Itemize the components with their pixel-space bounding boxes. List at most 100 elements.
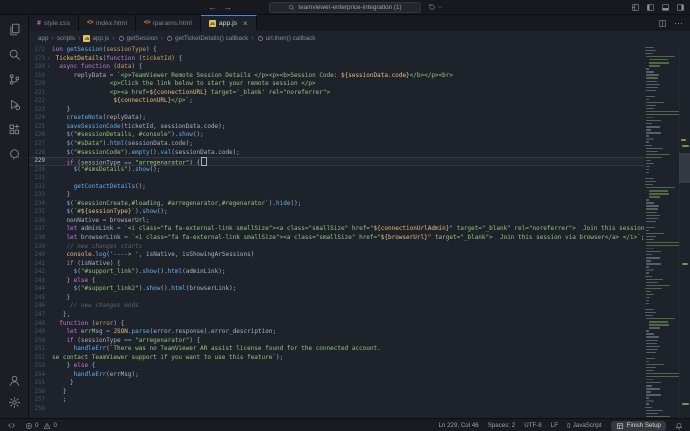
code-line[interactable]: 256}	[29, 388, 690, 397]
eol-setting[interactable]: LF	[551, 422, 558, 429]
code-line[interactable]: 255}	[29, 379, 690, 388]
line-number: 242	[32, 268, 45, 277]
extensions-icon[interactable]	[8, 123, 21, 136]
code-line[interactable]: 227$("#sData").html(sessionData.code);	[29, 140, 690, 149]
finish-setup-button[interactable]: Finish Setup	[611, 421, 666, 431]
fold-chevron-icon[interactable]: ›	[45, 63, 52, 72]
code-line[interactable]: 244$("#support_link2").show().html(brows…	[29, 285, 690, 294]
code-line[interactable]: 239// new changes starts	[29, 243, 690, 252]
run-debug-icon[interactable]	[8, 98, 21, 111]
panel-left-icon[interactable]	[646, 3, 655, 12]
breadcrumb-item[interactable]: JSapp.js	[83, 35, 109, 42]
code-line[interactable]: 247},	[29, 311, 690, 320]
code-line[interactable]: 245}	[29, 294, 690, 303]
remote-indicator[interactable]	[7, 421, 16, 430]
tab-iparams.html[interactable]: <>iparams.html	[136, 15, 201, 31]
code-line[interactable]: 226$("#sessionDetails, #console").show()…	[29, 131, 690, 140]
fold-gutter	[45, 260, 52, 269]
tab-index.html[interactable]: <>index.html	[79, 15, 136, 31]
code-line[interactable]: 257;	[29, 396, 690, 405]
chevron-down-icon[interactable]	[437, 4, 443, 10]
customize-layout-icon[interactable]	[631, 3, 640, 12]
minimap[interactable]	[644, 45, 680, 418]
breadcrumb-item[interactable]: scripts	[57, 35, 75, 42]
code-line[interactable]: 253} else {	[29, 362, 690, 371]
remote-explorer-icon[interactable]	[8, 148, 21, 161]
fold-gutter	[45, 149, 52, 158]
code-line[interactable]: 233}	[29, 191, 690, 200]
breadcrumb-item[interactable]: getSession	[118, 35, 158, 42]
code-line[interactable]: 235$(`#${sessionType}`).show();	[29, 208, 690, 217]
forward-icon[interactable]: →	[223, 3, 232, 12]
breadcrumb-item[interactable]: getTicketDetails() callback	[166, 35, 248, 42]
fold-gutter	[45, 106, 52, 115]
html-icon: <>	[144, 20, 150, 27]
code-line[interactable]: 172ion getSession(sessionType) {	[29, 46, 690, 55]
language-mode[interactable]: {} JavaScript	[567, 422, 602, 429]
more-actions-icon[interactable]: ⋯	[674, 19, 683, 28]
code-line[interactable]: 242$("#support_link").show().html(adminL…	[29, 268, 690, 277]
line-number: 258	[32, 405, 45, 414]
code-line[interactable]: 241if (isNative) {	[29, 260, 690, 269]
code-line[interactable]: 220<p>Click the link below to start your…	[29, 80, 690, 89]
js-icon: JS	[209, 20, 216, 27]
code-line[interactable]: 234$(`#sessionCreate,#loading, #arregena…	[29, 200, 690, 209]
files-icon[interactable]	[8, 23, 21, 36]
line-number: 249	[32, 328, 45, 337]
breadcrumb-item[interactable]: url.then() callback	[257, 35, 316, 42]
line-number: 252	[32, 354, 45, 363]
code-line[interactable]: 225saveSessionCode(ticketId, sessionData…	[29, 123, 690, 132]
code-line[interactable]: 222${connectionURL}</p>`;	[29, 97, 690, 106]
code-line[interactable]: 219replyData = `<p>TeamViewer Remote Ses…	[29, 72, 690, 81]
vertical-scrollbar[interactable]	[679, 153, 690, 183]
encoding-setting[interactable]: UTF-8	[524, 422, 542, 429]
account-icon[interactable]	[8, 374, 21, 387]
split-editor-icon[interactable]	[658, 19, 667, 28]
back-icon[interactable]: ←	[208, 3, 217, 12]
settings-gear-icon[interactable]	[8, 396, 21, 409]
close-icon[interactable]: ×	[243, 21, 248, 27]
code-line[interactable]: 236nonNative = browserUrl;	[29, 217, 690, 226]
code-line[interactable]: 243} else {	[29, 277, 690, 286]
fold-gutter	[45, 328, 52, 337]
fold-chevron-icon[interactable]: ›	[45, 55, 52, 64]
code-line[interactable]: 221<p><a href=${connectionURL} target='_…	[29, 89, 690, 98]
tab-app.js[interactable]: JSapp.js×	[201, 15, 257, 31]
code-line[interactable]: 250if (sessionType == "arregenarator") {	[29, 337, 690, 346]
code-line[interactable]: 232getContactDetails();	[29, 183, 690, 192]
indentation-setting[interactable]: Spaces: 2	[488, 422, 516, 429]
notifications-bell[interactable]	[675, 422, 683, 430]
window-title: teamviewer-enterprice-integration (1)	[298, 4, 401, 11]
source-control-icon[interactable]	[8, 73, 21, 86]
code-line[interactable]: 248function (error) {	[29, 320, 690, 329]
code-line[interactable]: 249let errMsg = JSON.parse(error.respons…	[29, 328, 690, 337]
panel-bottom-icon[interactable]	[661, 3, 670, 12]
code-line[interactable]: 251handleErr(`There was no TeamViewer AR…	[29, 345, 690, 354]
fold-gutter	[45, 234, 52, 243]
code-line[interactable]: 224createNote(replyData);	[29, 114, 690, 123]
search-icon[interactable]	[8, 48, 21, 61]
code-line[interactable]: 238let browserLink = `<i class="fa fa-ex…	[29, 234, 690, 243]
code-editor[interactable]: 172ion getSession(sessionType) {173›Tick…	[29, 45, 690, 418]
sync-icon[interactable]	[428, 3, 436, 11]
code-line[interactable]: 240console.log('----> ', isNative, isSho…	[29, 251, 690, 260]
code-line[interactable]: 190›async function (data) {	[29, 63, 690, 72]
command-center-search[interactable]: teamviewer-enterprice-integration (1)	[269, 2, 421, 13]
code-line[interactable]: 230$("#smsDetails").show();	[29, 166, 690, 175]
code-line[interactable]: 229if (sessionType == "arregenarator") {	[29, 157, 690, 166]
tab-style.css[interactable]: #style.css	[29, 15, 79, 31]
code-line[interactable]: 173›TicketDetails(function (ticketId) {	[29, 55, 690, 64]
code-line[interactable]: 254handleErr(errMsg);	[29, 371, 690, 380]
breadcrumb-item[interactable]: app	[38, 35, 49, 42]
code-line[interactable]: 231	[29, 174, 690, 183]
code-line[interactable]: 228$("#sessionCode").empty().val(session…	[29, 149, 690, 158]
code-line[interactable]: 237let adminLink = `<i class="fa fa-exte…	[29, 225, 690, 234]
code-line[interactable]: 258	[29, 405, 690, 414]
code-line[interactable]: 252se contact TeamViewer support if you …	[29, 354, 690, 363]
panel-right-icon[interactable]	[676, 3, 685, 12]
code-line[interactable]: 246// new changes ends	[29, 302, 690, 311]
problems-indicator[interactable]: 0 0	[25, 422, 57, 430]
cursor-position[interactable]: Ln 229, Col 46	[438, 422, 478, 429]
breadcrumb-separator: ›	[161, 35, 163, 42]
code-line[interactable]: 223}	[29, 106, 690, 115]
